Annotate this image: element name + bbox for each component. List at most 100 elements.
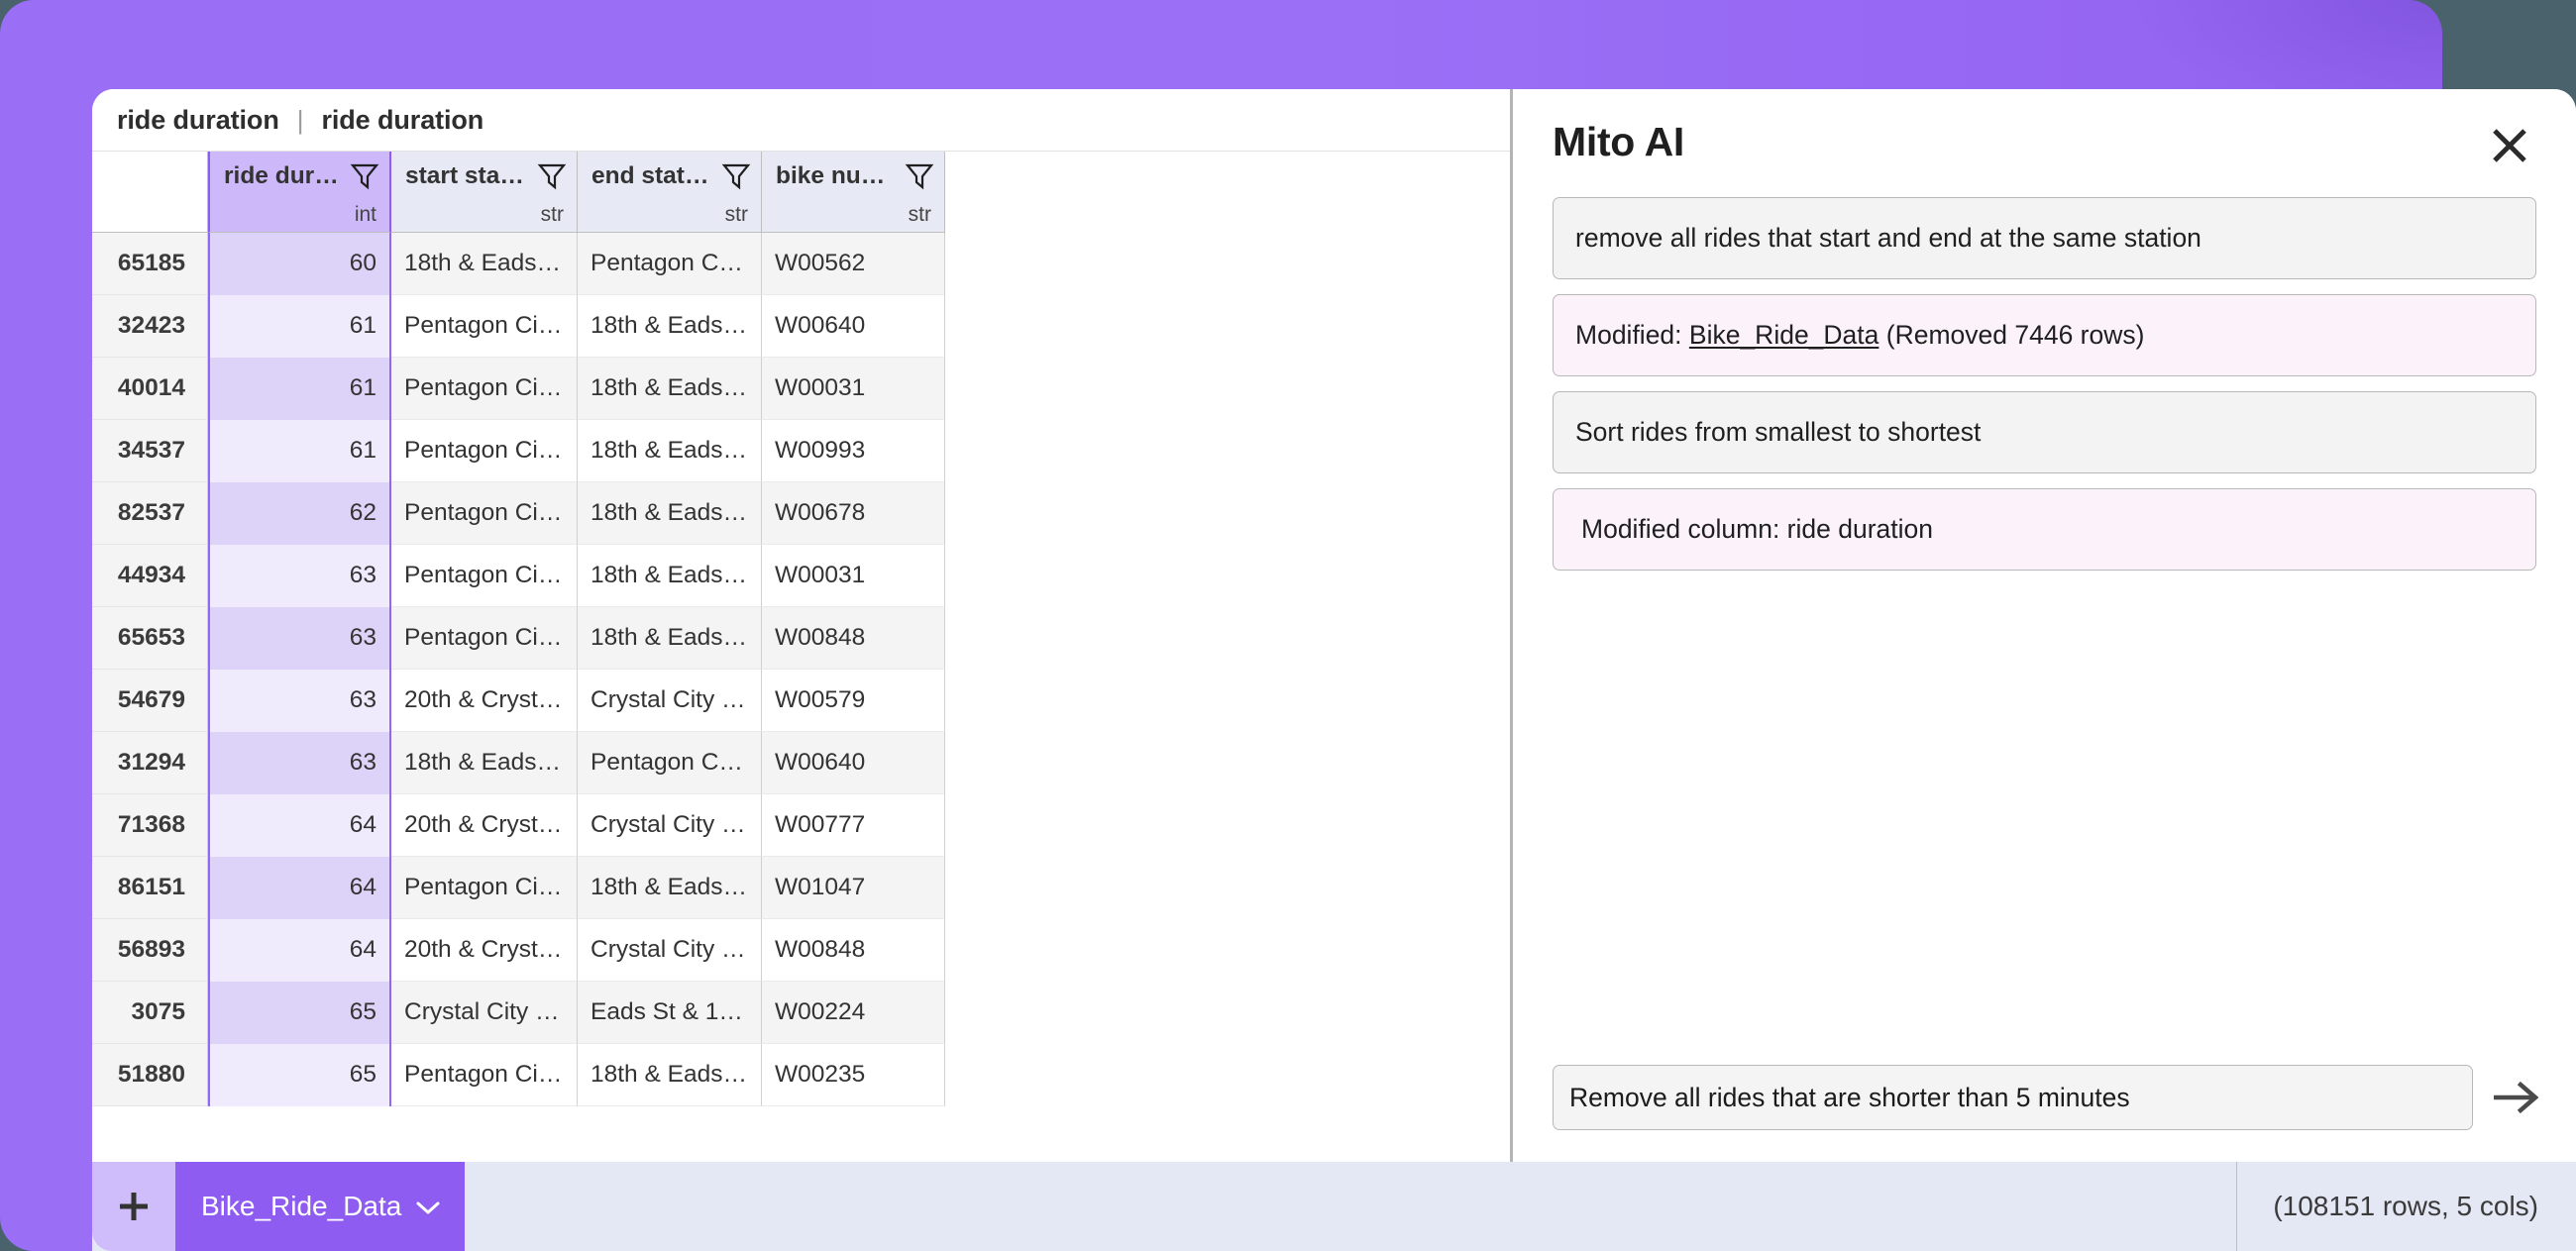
table-row[interactable]: 8253762Pentagon City Met…18th & Eads St.… [92, 482, 1510, 545]
grid-cell[interactable]: Pentagon City Met… [391, 358, 578, 420]
row-index-cell[interactable]: 31294 [92, 732, 208, 794]
table-row[interactable]: 5188065Pentagon City Met…18th & Eads St.… [92, 1044, 1510, 1106]
grid-cell[interactable]: Crystal City Metro … [578, 919, 762, 982]
table-row[interactable]: 8615164Pentagon City Met…18th & Eads St.… [92, 857, 1510, 919]
grid-cell[interactable]: 64 [208, 919, 391, 982]
grid-cell[interactable]: W01047 [762, 857, 945, 919]
grid-cell[interactable]: W00640 [762, 732, 945, 794]
grid-cell[interactable]: 64 [208, 857, 391, 919]
row-index-cell[interactable]: 32423 [92, 295, 208, 358]
row-index-cell[interactable]: 71368 [92, 794, 208, 857]
filter-icon[interactable] [721, 161, 751, 196]
table-row[interactable]: 3453761Pentagon City Met…18th & Eads St.… [92, 420, 1510, 482]
row-index-cell[interactable]: 34537 [92, 420, 208, 482]
grid-cell[interactable]: 61 [208, 420, 391, 482]
column-header-start-station[interactable]: start station str [391, 152, 578, 233]
grid-cell[interactable]: 20th & Crystal Dr [391, 794, 578, 857]
grid-cell[interactable]: 18th & Eads St. [578, 1044, 762, 1106]
row-index-cell[interactable]: 51880 [92, 1044, 208, 1106]
table-row[interactable]: 56893 64 20th & Crystal Dr Crystal City Met… [92, 919, 1510, 982]
grid-cell[interactable]: W00777 [762, 794, 945, 857]
dataframe-link[interactable]: Bike_Ride_Data [1689, 320, 1879, 350]
table-row[interactable]: 71368 64 20th & Crystal Dr Crystal City Met… [92, 794, 1510, 857]
grid-cell[interactable]: 63 [208, 545, 391, 607]
grid-cell[interactable]: 18th & Eads St. [578, 295, 762, 358]
grid-cell[interactable]: W00993 [762, 420, 945, 482]
grid-cell[interactable]: 18th & Eads St. [391, 233, 578, 295]
table-row[interactable]: 4493463Pentagon City Met…18th & Eads St.… [92, 545, 1510, 607]
grid-cell[interactable]: 63 [208, 607, 391, 670]
row-index-cell[interactable]: 86151 [92, 857, 208, 919]
grid-cell[interactable]: Pentagon City Met… [391, 482, 578, 545]
plus-icon[interactable] [92, 1162, 175, 1251]
grid-cell[interactable]: 18th & Eads St. [578, 358, 762, 420]
grid-cell[interactable]: 18th & Eads St. [578, 482, 762, 545]
grid-cell[interactable]: W00031 [762, 545, 945, 607]
grid-cell[interactable]: W00562 [762, 233, 945, 295]
row-index-cell[interactable]: 56893 [92, 919, 208, 982]
grid-cell[interactable]: W00640 [762, 295, 945, 358]
table-row[interactable]: 312946318th & Eads St.Pentagon City Met…… [92, 732, 1510, 794]
grid-cell[interactable]: Crystal City Metro … [391, 982, 578, 1044]
grid-cell[interactable]: Eads St & 15th St S [578, 982, 762, 1044]
grid-cell[interactable]: W00848 [762, 919, 945, 982]
grid-cell[interactable]: W00031 [762, 358, 945, 420]
arrow-right-icon[interactable] [2487, 1070, 2546, 1125]
column-header-bike-number[interactable]: bike number str [762, 152, 945, 233]
grid-cell[interactable]: 18th & Eads St. [578, 545, 762, 607]
grid-cell[interactable]: 18th & Eads St. [578, 857, 762, 919]
grid-cell[interactable]: Pentagon City Met… [391, 607, 578, 670]
grid-cell[interactable]: Pentagon City Met… [391, 295, 578, 358]
row-index-cell[interactable]: 82537 [92, 482, 208, 545]
grid-cell[interactable]: W00579 [762, 670, 945, 732]
grid-cell[interactable]: Crystal City Metro … [578, 794, 762, 857]
close-icon[interactable] [2487, 123, 2532, 168]
grid-cell[interactable]: 62 [208, 482, 391, 545]
ai-prompt-input[interactable] [1553, 1065, 2473, 1130]
row-index-cell[interactable]: 3075 [92, 982, 208, 1044]
table-row[interactable]: 651856018th & Eads St.Pentagon City Met…… [92, 233, 1510, 295]
grid-cell[interactable]: 18th & Eads St. [578, 420, 762, 482]
table-row[interactable]: 307565Crystal City Metro …Eads St & 15th… [92, 982, 1510, 1044]
grid-cell[interactable]: 20th & Crystal Dr [391, 670, 578, 732]
row-index-cell[interactable]: 44934 [92, 545, 208, 607]
row-index-cell[interactable]: 65653 [92, 607, 208, 670]
grid-cell[interactable]: 65 [208, 982, 391, 1044]
cell-bar-cell-value: ride duration [321, 104, 484, 135]
row-index-cell[interactable]: 54679 [92, 670, 208, 732]
row-index-cell[interactable]: 40014 [92, 358, 208, 420]
grid-cell[interactable]: Pentagon City Met… [391, 420, 578, 482]
table-row[interactable]: 54679 63 20th & Crystal Dr Crystal City Met… [92, 670, 1510, 732]
table-row[interactable]: 6565363Pentagon City Met…18th & Eads St.… [92, 607, 1510, 670]
grid-cell[interactable]: W00224 [762, 982, 945, 1044]
grid-cell[interactable]: W00678 [762, 482, 945, 545]
grid-cell[interactable]: Pentagon City Met… [578, 233, 762, 295]
grid-cell[interactable]: 63 [208, 732, 391, 794]
grid-cell[interactable]: 61 [208, 358, 391, 420]
grid-cell[interactable]: Pentagon City Met… [391, 1044, 578, 1106]
grid-cell[interactable]: 63 [208, 670, 391, 732]
grid-cell[interactable]: Pentagon City Met… [578, 732, 762, 794]
grid-cell[interactable]: 64 [208, 794, 391, 857]
grid-cell[interactable]: 61 [208, 295, 391, 358]
chevron-down-icon[interactable] [415, 1191, 441, 1222]
sheet-tab-bike-ride-data[interactable]: Bike_Ride_Data [175, 1162, 466, 1251]
grid-cell[interactable]: 18th & Eads St. [391, 732, 578, 794]
table-row[interactable]: 4001461Pentagon City Met…18th & Eads St.… [92, 358, 1510, 420]
filter-icon[interactable] [905, 161, 934, 196]
column-header-ride-duration[interactable]: ride duration int [208, 152, 391, 233]
grid-cell[interactable]: 18th & Eads St. [578, 607, 762, 670]
grid-cell[interactable]: W00235 [762, 1044, 945, 1106]
filter-icon[interactable] [537, 161, 567, 196]
grid-cell[interactable]: Crystal City Metro … [578, 670, 762, 732]
column-header-end-station[interactable]: end station str [578, 152, 762, 233]
table-row[interactable]: 3242361Pentagon City Met…18th & Eads St.… [92, 295, 1510, 358]
grid-cell[interactable]: W00848 [762, 607, 945, 670]
filter-icon[interactable] [350, 161, 379, 196]
grid-cell[interactable]: 65 [208, 1044, 391, 1106]
grid-cell[interactable]: Pentagon City Met… [391, 545, 578, 607]
row-index-cell[interactable]: 65185 [92, 233, 208, 295]
grid-cell[interactable]: 60 [208, 233, 391, 295]
grid-cell[interactable]: Pentagon City Met… [391, 857, 578, 919]
grid-cell[interactable]: 20th & Crystal Dr [391, 919, 578, 982]
